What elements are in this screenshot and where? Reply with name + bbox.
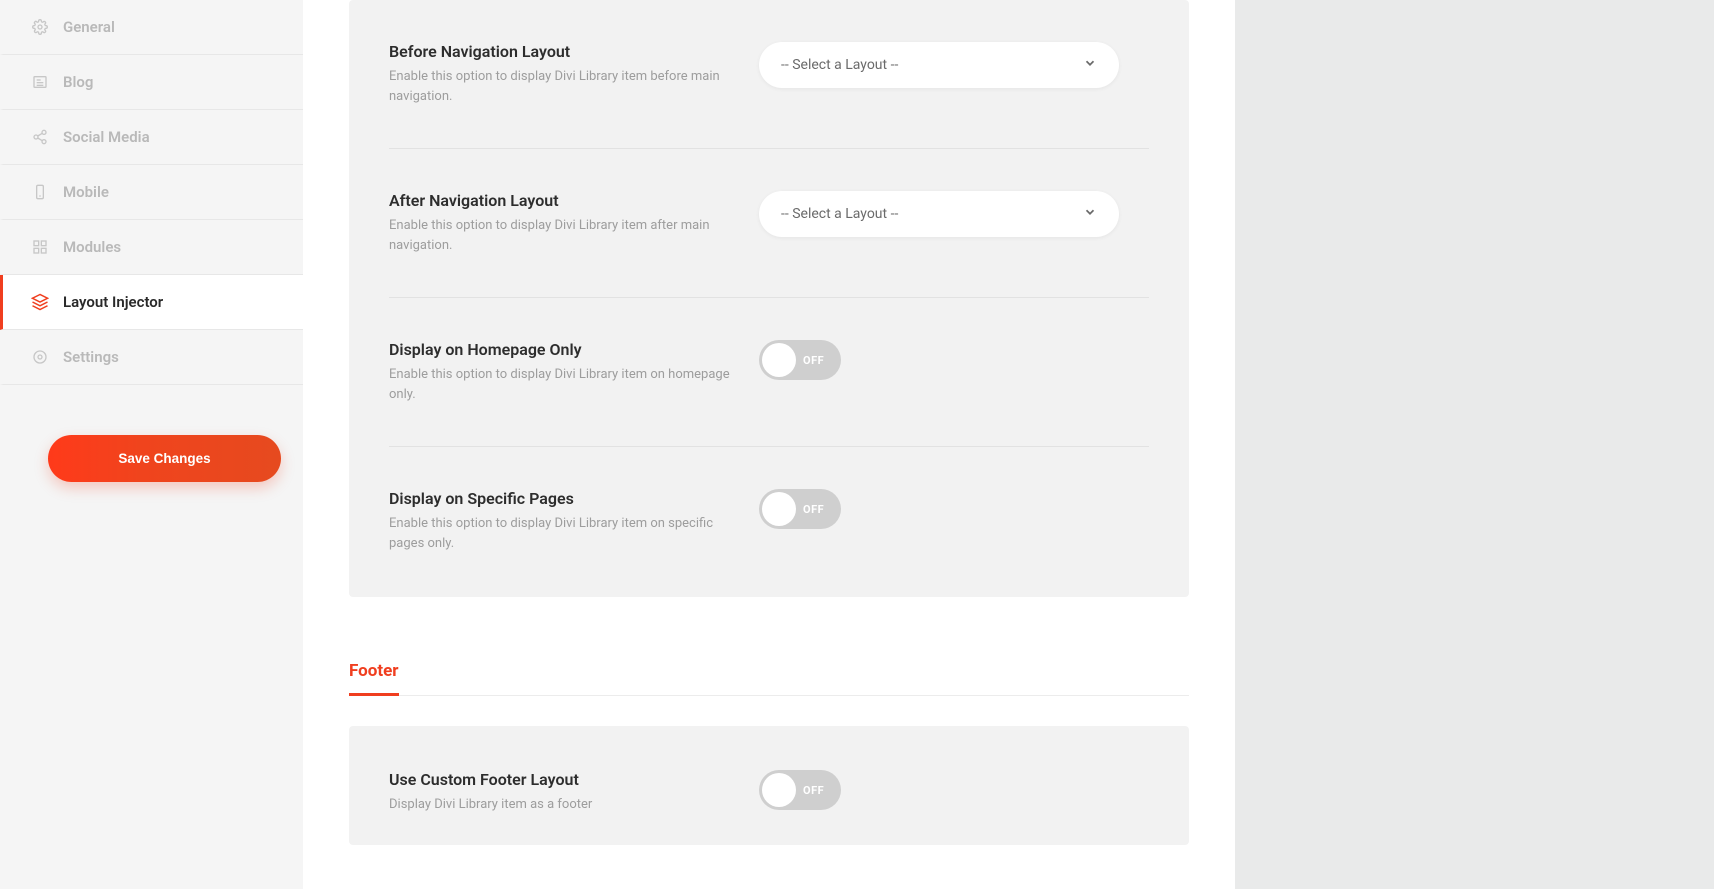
sidebar-item-general[interactable]: General xyxy=(0,0,303,55)
row-control: -- Select a Layout -- xyxy=(759,191,1149,237)
custom-footer-toggle[interactable]: OFF xyxy=(759,770,841,810)
main-content: Before Navigation Layout Enable this opt… xyxy=(303,0,1235,889)
toggle-knob xyxy=(762,492,796,526)
setting-title: Before Navigation Layout xyxy=(389,42,739,61)
row-label: Use Custom Footer Layout Display Divi Li… xyxy=(389,770,759,815)
navigation-settings-panel: Before Navigation Layout Enable this opt… xyxy=(349,0,1189,597)
setting-description: Enable this option to display Divi Libra… xyxy=(389,514,739,553)
sidebar-item-label: General xyxy=(63,18,115,36)
row-after-navigation-layout: After Navigation Layout Enable this opti… xyxy=(389,149,1149,298)
row-custom-footer-layout: Use Custom Footer Layout Display Divi Li… xyxy=(389,726,1149,845)
share-icon xyxy=(31,128,49,146)
sidebar-list: General Blog Social Media xyxy=(0,0,303,385)
chevron-down-icon xyxy=(1083,205,1097,223)
row-control: OFF xyxy=(759,770,1149,810)
select-value: -- Select a Layout -- xyxy=(781,206,898,222)
after-nav-layout-select[interactable]: -- Select a Layout -- xyxy=(759,191,1119,237)
toggle-knob xyxy=(762,773,796,807)
homepage-only-toggle[interactable]: OFF xyxy=(759,340,841,380)
row-control: OFF xyxy=(759,340,1149,380)
setting-description: Enable this option to display Divi Libra… xyxy=(389,67,739,106)
mobile-icon xyxy=(31,183,49,201)
settings-icon xyxy=(31,348,49,366)
toggle-knob xyxy=(762,343,796,377)
gear-icon xyxy=(31,18,49,36)
setting-description: Enable this option to display Divi Libra… xyxy=(389,365,739,404)
specific-pages-toggle[interactable]: OFF xyxy=(759,489,841,529)
footer-settings-panel: Use Custom Footer Layout Display Divi Li… xyxy=(349,726,1189,845)
sidebar-item-blog[interactable]: Blog xyxy=(0,55,303,110)
sidebar-item-label: Layout Injector xyxy=(63,293,163,311)
row-display-homepage-only: Display on Homepage Only Enable this opt… xyxy=(389,298,1149,447)
before-nav-layout-select[interactable]: -- Select a Layout -- xyxy=(759,42,1119,88)
row-label: After Navigation Layout Enable this opti… xyxy=(389,191,759,255)
row-label: Display on Homepage Only Enable this opt… xyxy=(389,340,759,404)
sidebar-item-mobile[interactable]: Mobile xyxy=(0,165,303,220)
chevron-down-icon xyxy=(1083,56,1097,74)
save-button-wrap: Save Changes xyxy=(0,385,303,532)
select-value: -- Select a Layout -- xyxy=(781,57,898,73)
row-label: Before Navigation Layout Enable this opt… xyxy=(389,42,759,106)
newspaper-icon xyxy=(31,73,49,91)
sidebar-item-label: Modules xyxy=(63,238,121,256)
sidebar-item-label: Blog xyxy=(63,73,93,91)
setting-title: Use Custom Footer Layout xyxy=(389,770,739,789)
setting-description: Enable this option to display Divi Libra… xyxy=(389,216,739,255)
toggle-state: OFF xyxy=(803,784,824,797)
row-control: -- Select a Layout -- xyxy=(759,42,1149,88)
row-label: Display on Specific Pages Enable this op… xyxy=(389,489,759,553)
sidebar-item-modules[interactable]: Modules xyxy=(0,220,303,275)
toggle-state: OFF xyxy=(803,503,824,516)
app-container: General Blog Social Media xyxy=(0,0,1235,889)
sidebar-item-label: Social Media xyxy=(63,128,150,146)
grid-icon xyxy=(31,238,49,256)
sidebar-item-social-media[interactable]: Social Media xyxy=(0,110,303,165)
sidebar-item-label: Mobile xyxy=(63,183,109,201)
sidebar-item-settings[interactable]: Settings xyxy=(0,330,303,385)
row-display-specific-pages: Display on Specific Pages Enable this op… xyxy=(389,447,1149,561)
sidebar-item-layout-injector[interactable]: Layout Injector xyxy=(0,275,303,330)
setting-title: Display on Specific Pages xyxy=(389,489,739,508)
toggle-state: OFF xyxy=(803,354,824,367)
row-control: OFF xyxy=(759,489,1149,529)
layers-icon xyxy=(31,293,49,311)
setting-title: After Navigation Layout xyxy=(389,191,739,210)
section-title: Footer xyxy=(349,653,399,696)
setting-title: Display on Homepage Only xyxy=(389,340,739,359)
sidebar: General Blog Social Media xyxy=(0,0,303,889)
setting-description: Display Divi Library item as a footer xyxy=(389,795,739,815)
viewport: General Blog Social Media xyxy=(0,0,1714,889)
save-changes-button[interactable]: Save Changes xyxy=(48,435,281,482)
footer-section-header: Footer xyxy=(349,653,1189,696)
row-before-navigation-layout: Before Navigation Layout Enable this opt… xyxy=(389,0,1149,149)
sidebar-item-label: Settings xyxy=(63,348,119,366)
